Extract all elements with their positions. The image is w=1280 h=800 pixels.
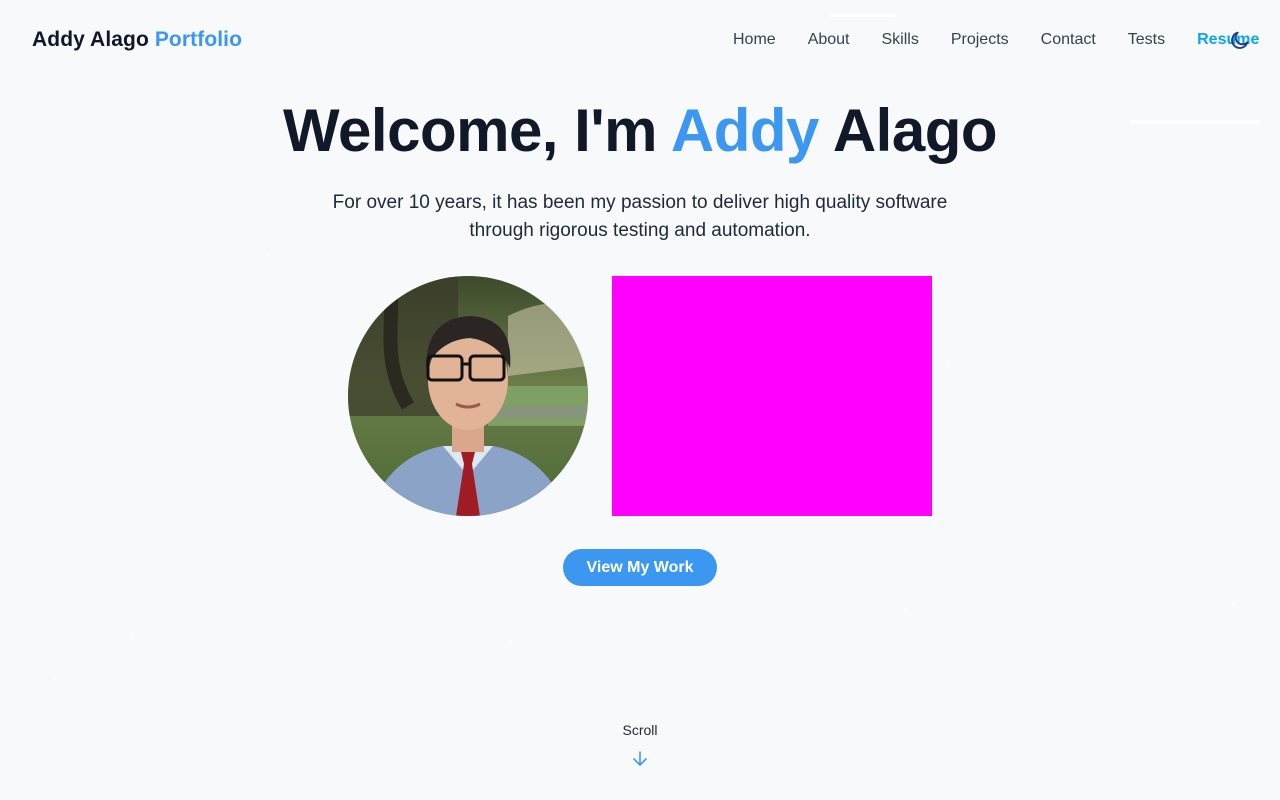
- hero-title: Welcome, I'm Addy Alago: [0, 96, 1280, 165]
- media-placeholder: [612, 276, 932, 516]
- nav-tests[interactable]: Tests: [1128, 31, 1165, 49]
- profile-photo: [348, 276, 588, 516]
- hero-title-last-name: Alago: [832, 97, 998, 164]
- nav-projects[interactable]: Projects: [951, 31, 1009, 49]
- nav-skills[interactable]: Skills: [882, 31, 919, 49]
- scroll-label: Scroll: [622, 722, 658, 738]
- brand-accent: Portfolio: [154, 28, 243, 51]
- nav-contact[interactable]: Contact: [1041, 31, 1096, 49]
- hero-title-prefix: Welcome, I'm: [282, 97, 657, 164]
- brand-name: Addy Alago: [32, 28, 149, 51]
- moon-icon[interactable]: [1229, 29, 1251, 51]
- view-my-work-button[interactable]: View My Work: [563, 549, 717, 586]
- nav-highlight: [830, 14, 896, 17]
- nav-links: Home About Skills Projects Contact Tests…: [733, 31, 1259, 49]
- nav-about[interactable]: About: [808, 31, 850, 49]
- hero-subtitle: For over 10 years, it has been my passio…: [332, 192, 948, 241]
- arrow-down-icon[interactable]: [632, 750, 648, 768]
- nav-home[interactable]: Home: [733, 31, 776, 49]
- hero-title-first-name: Addy: [670, 97, 820, 164]
- brand-logo[interactable]: Addy Alago Portfolio: [32, 28, 242, 52]
- navbar: Addy Alago Portfolio Home About Skills P…: [0, 0, 1280, 82]
